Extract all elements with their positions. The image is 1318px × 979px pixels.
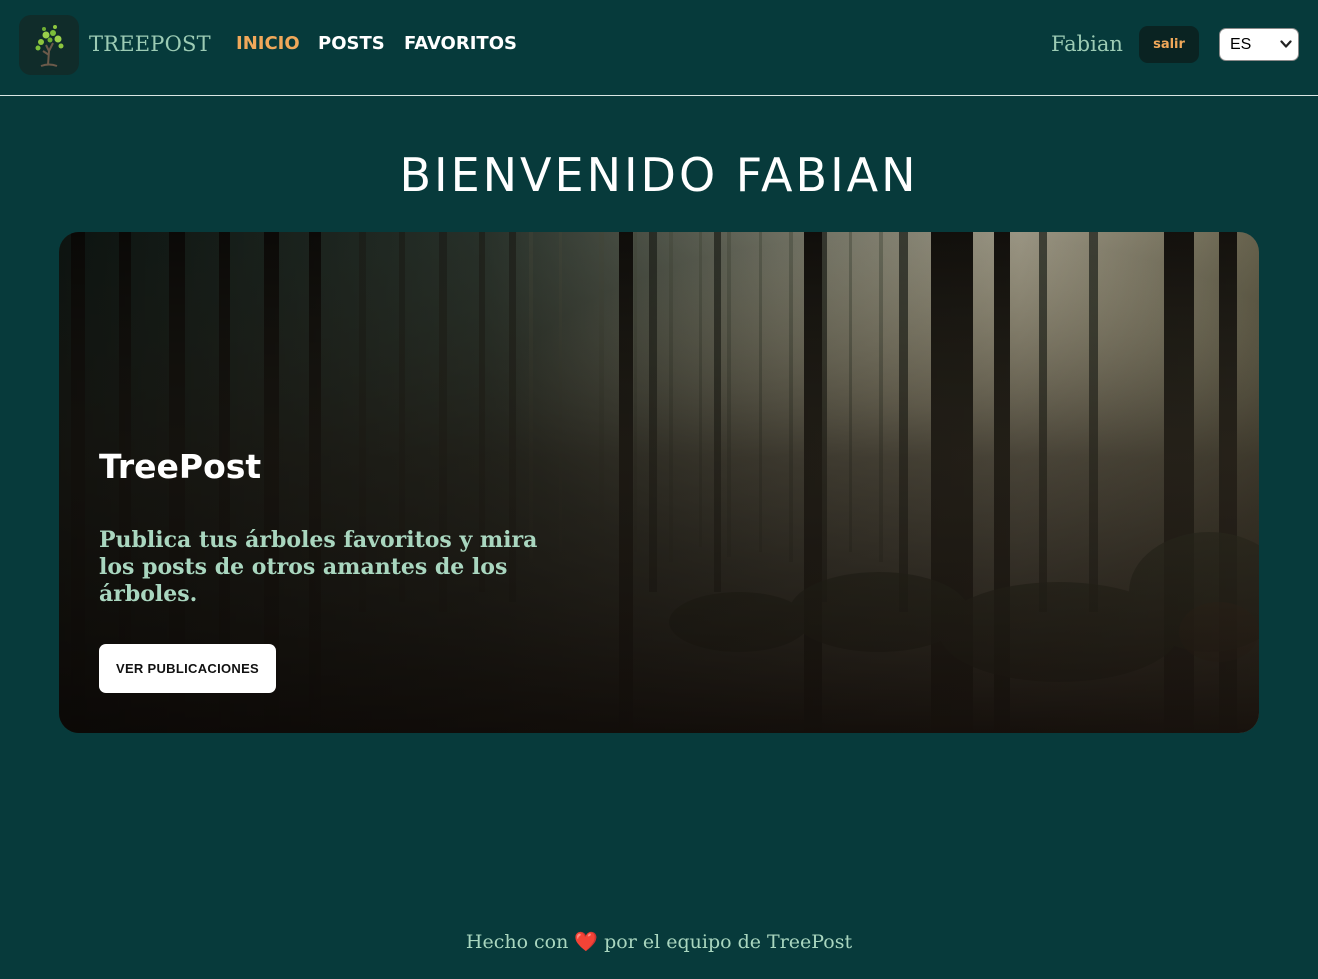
chevron-down-icon <box>1280 40 1292 48</box>
hero-banner: TreePost Publica tus árboles favoritos y… <box>59 232 1259 733</box>
tree-icon <box>35 25 64 67</box>
logout-button[interactable]: salir <box>1139 26 1199 63</box>
logo[interactable] <box>19 15 79 75</box>
nav-link-favoritos[interactable]: FAVORITOS <box>404 32 517 56</box>
hero-subtitle: Publica tus árboles favoritos y mira los… <box>99 527 538 607</box>
footer: Hecho con ❤️ por el equipo de TreePost <box>0 929 1318 955</box>
language-selected-value: ES <box>1230 36 1252 53</box>
navbar: TREEPOST INICIO POSTS FAVORITOS Fabian s… <box>0 0 1318 96</box>
welcome-heading: BIENVENIDO FABIAN <box>399 148 919 202</box>
brand-name[interactable]: TREEPOST <box>89 31 211 57</box>
language-select[interactable]: ES <box>1219 28 1299 61</box>
view-posts-button[interactable]: VER PUBLICACIONES <box>99 644 276 693</box>
heart-icon: ❤️ <box>574 931 599 953</box>
footer-text-after: por el equipo de TreePost <box>604 931 853 953</box>
nav-link-posts[interactable]: POSTS <box>318 32 385 56</box>
nav-link-inicio[interactable]: INICIO <box>236 32 300 56</box>
user-name: Fabian <box>1051 32 1123 56</box>
footer-text-before: Hecho con <box>465 931 569 953</box>
hero-title: TreePost <box>99 447 262 486</box>
